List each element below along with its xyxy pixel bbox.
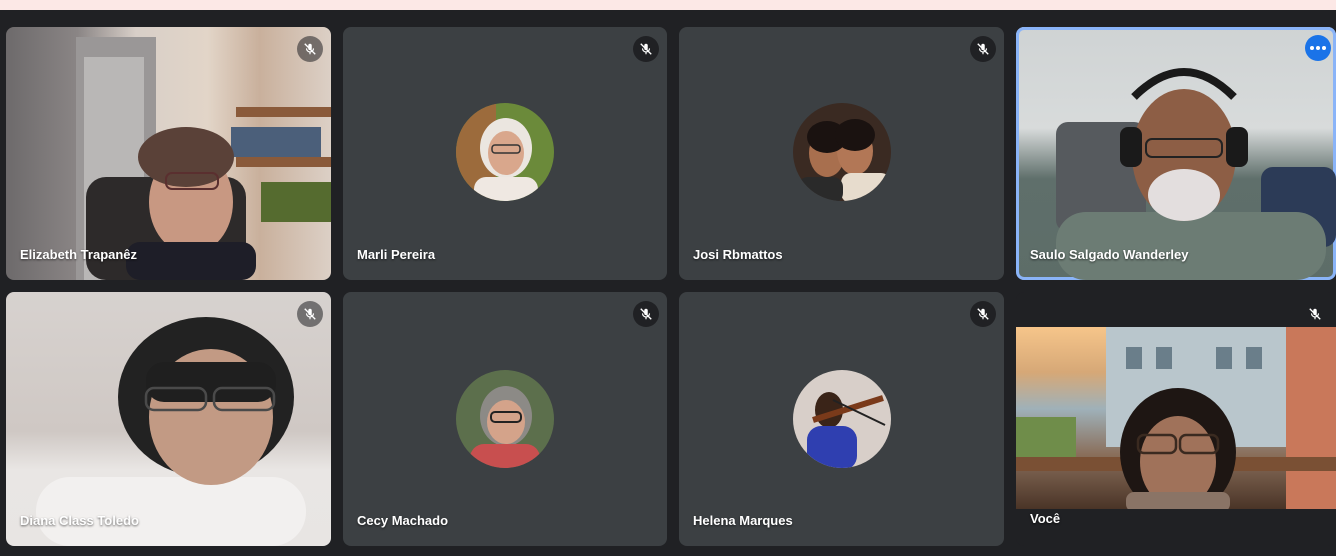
mute-indicator — [297, 301, 323, 327]
mic-off-icon — [304, 308, 316, 320]
mute-indicator — [633, 301, 659, 327]
participant-name: Helena Marques — [693, 513, 793, 528]
participant-tile-helena[interactable]: Helena Marques — [679, 292, 1004, 546]
participant-video — [76, 37, 331, 280]
participant-video — [1056, 68, 1336, 280]
participant-tile-self[interactable]: Você — [1016, 292, 1336, 546]
participant-name: Josi Rbmattos — [693, 247, 783, 262]
mute-indicator — [1302, 301, 1328, 327]
mute-indicator — [633, 36, 659, 62]
mute-indicator — [970, 36, 996, 62]
mic-off-icon — [640, 43, 652, 55]
mic-off-icon — [977, 43, 989, 55]
more-options-icon — [1310, 46, 1314, 50]
participant-tile-josi[interactable]: Josi Rbmattos — [679, 27, 1004, 280]
participant-name: Elizabeth Trapanêz — [20, 247, 138, 262]
mic-off-icon — [1309, 308, 1321, 320]
participant-video — [36, 317, 306, 546]
mic-off-icon — [304, 43, 316, 55]
self-video — [1016, 327, 1336, 509]
mic-off-icon — [640, 308, 652, 320]
participant-name: Marli Pereira — [357, 247, 436, 262]
participant-tile-diana[interactable]: Diana Class Toledo — [6, 292, 331, 546]
participant-tile-cecy[interactable]: Cecy Machado — [343, 292, 667, 546]
participant-name: Cecy Machado — [357, 513, 449, 528]
participant-tile-elizabeth[interactable]: Elizabeth Trapanêz — [6, 27, 331, 280]
top-banner — [0, 0, 1336, 10]
mute-indicator — [297, 36, 323, 62]
mic-off-icon — [977, 308, 989, 320]
avatar — [792, 370, 891, 468]
participant-name: Diana Class Toledo — [20, 513, 139, 528]
mute-indicator — [970, 301, 996, 327]
avatar — [456, 370, 554, 468]
avatar — [792, 103, 891, 201]
more-options-button[interactable] — [1305, 35, 1331, 61]
participant-name: Saulo Salgado Wanderley — [1030, 247, 1189, 262]
participant-tile-saulo[interactable]: Saulo Salgado Wanderley — [1016, 27, 1336, 280]
participant-tile-marli[interactable]: Marli Pereira — [343, 27, 667, 280]
avatar — [456, 103, 554, 201]
participant-name: Você — [1030, 511, 1061, 526]
